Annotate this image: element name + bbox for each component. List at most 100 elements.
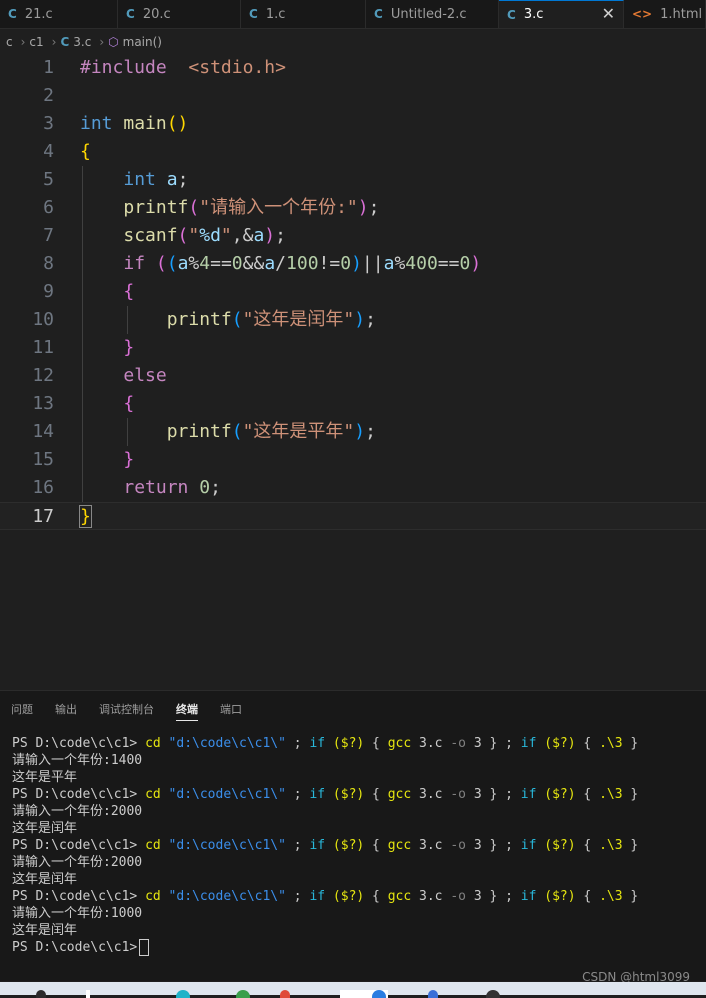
line-number: 7	[43, 225, 54, 246]
string-literal: "请输入一个年份:"	[199, 197, 358, 218]
terminal-result-line: 这年是闰年	[12, 871, 638, 888]
command-condition: ($?)	[332, 889, 365, 904]
code-line: 5 int a;	[0, 166, 706, 194]
terminal[interactable]: PS D:\code\c\c1> cd "d:\code\c\c1\" ; if…	[12, 735, 638, 956]
tab-3-c[interactable]: C 3.c ✕	[499, 0, 624, 28]
tab-untitled-2-c[interactable]: C Untitled-2.c	[366, 0, 499, 28]
function-name: main	[123, 113, 167, 134]
command-run: .\3	[599, 838, 623, 853]
code-line: 7 scanf("%d",&a);	[0, 222, 706, 250]
tab-output[interactable]: 输出	[55, 691, 77, 729]
terminal-prompt: PS D:\code\c\c1>	[12, 889, 138, 904]
panel-tabs: 问题 输出 调试控制台 终端 端口	[0, 691, 253, 729]
type-keyword: int	[80, 113, 113, 134]
breadcrumb-symbol[interactable]: main()	[123, 35, 162, 49]
taskbar	[0, 982, 706, 998]
terminal-command-line: PS D:\code\c\c1> cd "d:\code\c\c1\" ; if…	[12, 787, 639, 802]
line-number: 3	[43, 113, 54, 134]
tab-problems[interactable]: 问题	[11, 691, 33, 729]
app-icon[interactable]	[176, 990, 190, 998]
tab-1-c[interactable]: C 1.c	[241, 0, 366, 28]
string-literal: "这年是闰年"	[242, 309, 355, 330]
vscode-icon[interactable]	[372, 990, 386, 998]
result-text: 这年是闰年	[12, 821, 78, 836]
app-icon[interactable]	[486, 990, 500, 998]
app-icon[interactable]	[36, 990, 46, 998]
tab-20-c[interactable]: C 20.c	[118, 0, 241, 28]
preprocessor-directive: #include	[80, 57, 167, 78]
breadcrumb-folder[interactable]: c1	[29, 35, 43, 49]
command-gcc: gcc	[387, 838, 412, 853]
command-flag: -o	[450, 736, 466, 751]
code-line: 4 {	[0, 138, 706, 166]
command-flag: -o	[450, 787, 466, 802]
function-call: printf	[166, 309, 232, 330]
tab-label: 20.c	[142, 6, 171, 22]
app-icon[interactable]	[236, 990, 250, 998]
command-condition: ($?)	[544, 838, 576, 853]
code-editor[interactable]: 1 #include <stdio.h> 2 3 int main() 4 { …	[0, 54, 706, 690]
terminal-prompt: PS D:\code\c\c1>	[12, 736, 138, 751]
control-keyword: if	[123, 253, 146, 274]
input-prompt: 请输入一个年份:	[12, 804, 111, 819]
tab-terminal[interactable]: 终端	[176, 691, 198, 729]
year-input: 1400	[110, 753, 143, 768]
line-number: 14	[32, 421, 54, 442]
control-keyword: else	[123, 365, 167, 386]
terminal-input-line: 请输入一个年份:1400	[12, 752, 638, 769]
tab-21-c[interactable]: C 21.c	[0, 0, 118, 28]
type-keyword: int	[123, 169, 156, 190]
line-number: 5	[43, 169, 54, 190]
command-if: if	[309, 787, 326, 802]
code-line: 13 {	[0, 390, 706, 418]
code-line: 11 }	[0, 334, 706, 362]
terminal-cursor	[139, 939, 150, 956]
html-file-icon: <>	[632, 7, 653, 21]
tab-debug-console[interactable]: 调试控制台	[99, 691, 154, 729]
command-if: if	[309, 889, 326, 904]
app-icon[interactable]	[428, 990, 438, 998]
command-source: 3.c	[419, 889, 443, 904]
command-condition: ($?)	[332, 736, 365, 751]
command-output-name: 3	[473, 889, 482, 904]
code-line: 8 if ((a%4==0&&a/100!=0)||a%400==0)	[0, 250, 706, 278]
tab-label: Untitled-2.c	[390, 6, 467, 22]
tab-label: 3.c	[523, 7, 544, 22]
breadcrumb-file[interactable]: 3.c	[73, 35, 91, 49]
chevron-right-icon: ›	[20, 35, 26, 49]
command-cd: cd	[145, 889, 161, 904]
command-if: if	[520, 889, 537, 904]
code-line: 10 printf("这年是闰年");	[0, 306, 706, 334]
c-file-icon: C	[507, 7, 516, 22]
line-number: 8	[43, 253, 54, 274]
function-call: printf	[166, 421, 232, 442]
tab-ports[interactable]: 端口	[220, 691, 242, 729]
command-cd: cd	[145, 787, 161, 802]
terminal-current-line[interactable]: PS D:\code\c\c1>	[12, 939, 638, 956]
command-run: .\3	[599, 736, 623, 751]
code-line: 6 printf("请输入一个年份:");	[0, 194, 706, 222]
year-input: 2000	[110, 855, 143, 870]
tab-label: 21.c	[24, 6, 53, 22]
breadcrumb: c › c1 › C 3.c › ⬡ main()	[0, 30, 706, 54]
terminal-command-line: PS D:\code\c\c1> cd "d:\code\c\c1\" ; if…	[12, 889, 639, 904]
command-cd: cd	[145, 736, 161, 751]
terminal-prompt: PS D:\code\c\c1>	[12, 838, 138, 853]
line-number: 16	[32, 477, 54, 498]
breadcrumb-root[interactable]: c	[6, 35, 13, 49]
close-icon[interactable]: ✕	[602, 4, 615, 23]
code-line: 3 int main()	[0, 110, 706, 138]
command-condition: ($?)	[332, 838, 365, 853]
command-source: 3.c	[419, 787, 443, 802]
command-path: "d:\code\c\c1\"	[168, 838, 286, 853]
command-flag: -o	[450, 889, 466, 904]
command-if: if	[309, 838, 326, 853]
command-output-name: 3	[473, 838, 482, 853]
command-flag: -o	[450, 838, 466, 853]
c-file-icon: C	[8, 7, 17, 21]
app-icon[interactable]	[280, 990, 290, 998]
terminal-command-line: PS D:\code\c\c1> cd "d:\code\c\c1\" ; if…	[12, 838, 639, 853]
tab-1-html[interactable]: <> 1.html	[624, 0, 706, 28]
year-input: 2000	[110, 804, 143, 819]
terminal-result-line: 这年是平年	[12, 769, 638, 786]
